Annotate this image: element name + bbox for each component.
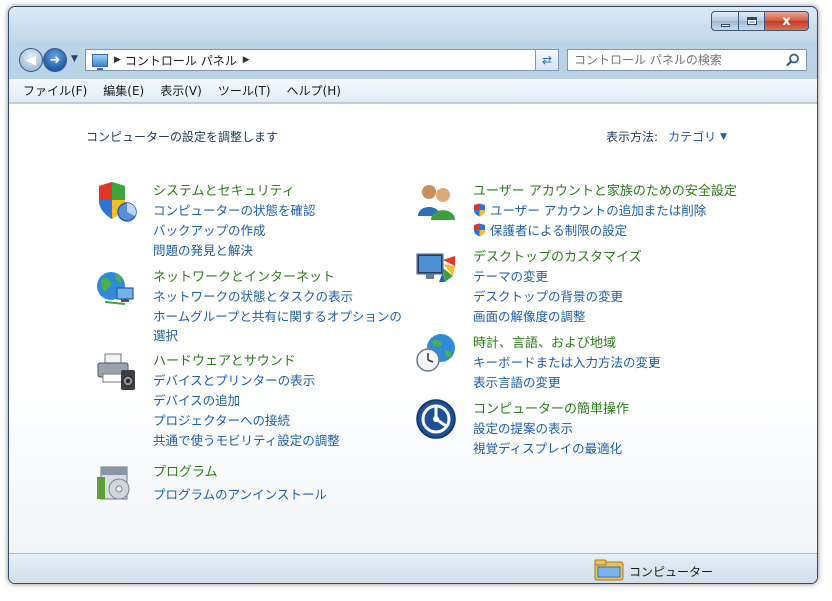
printer-speaker-icon[interactable] [95, 350, 137, 392]
ease-of-access-icon[interactable] [415, 398, 457, 440]
menu-bar: ファイル(F) 編集(E) 表示(V) ツール(T) ヘルプ(H) [9, 79, 817, 103]
link-add-device[interactable]: デバイスの追加 [153, 390, 240, 409]
menu-edit[interactable]: 編集(E) [103, 82, 144, 99]
link-create-backup[interactable]: バックアップの作成 [153, 220, 266, 239]
control-panel-window: x ◀ ➜ ▼ ▶ コントロール パネル ▶ ▼ ⇄ ファイル(F [8, 6, 818, 584]
shield-icon[interactable] [95, 180, 137, 222]
network-globe-icon[interactable] [95, 266, 137, 308]
navigation-bar: ◀ ➜ ▼ ▶ コントロール パネル ▶ ▼ ⇄ [15, 45, 811, 75]
maximize-button[interactable] [739, 11, 765, 31]
forward-button[interactable]: ➜ [43, 48, 67, 72]
category-user-accounts: ユーザー アカウントと家族のための安全設定 ユーザー アカウントの追加または削除… [415, 180, 755, 242]
link-change-keyboard[interactable]: キーボードまたは入力方法の変更 [473, 352, 661, 371]
link-troubleshoot[interactable]: 問題の発見と解決 [153, 240, 253, 259]
category-ease-of-access: コンピューターの簡単操作 設定の提案の表示 視覚ディスプレイの最適化 [415, 398, 715, 458]
menu-view[interactable]: 表示(V) [160, 82, 202, 99]
title-bar[interactable] [9, 7, 817, 43]
monitor-palette-icon[interactable] [415, 246, 457, 288]
uac-shield-icon [474, 203, 485, 217]
maximize-icon [746, 17, 757, 25]
view-mode: 表示方法: カテゴリ ▼ [606, 128, 727, 145]
link-change-theme[interactable]: テーマの変更 [473, 266, 548, 285]
link-suggested-settings[interactable]: 設定の提案の表示 [473, 418, 573, 437]
link-network-status[interactable]: ネットワークの状態とタスクの表示 [153, 286, 353, 305]
category-hardware-sound: ハードウェアとサウンド デバイスとプリンターの表示 デバイスの追加 プロジェクタ… [95, 350, 395, 448]
link-uninstall-program[interactable]: プログラムのアンインストール [153, 484, 327, 503]
category-title-appearance[interactable]: デスクトップのカスタマイズ [473, 246, 642, 265]
caption-buttons: x [711, 11, 809, 31]
forward-arrow-icon: ➜ [49, 52, 61, 68]
view-mode-label: 表示方法: [606, 130, 659, 144]
link-adjust-resolution[interactable]: 画面の解像度の調整 [473, 306, 586, 325]
category-system-security: システムとセキュリティ コンピューターの状態を確認 バックアップの作成 問題の発… [95, 180, 395, 260]
address-bar[interactable]: ▶ コントロール パネル ▶ ▼ [85, 49, 559, 71]
back-button[interactable]: ◀ [19, 48, 43, 72]
back-arrow-icon: ◀ [26, 52, 36, 68]
breadcrumb-separator-icon[interactable]: ▶ [114, 55, 121, 65]
link-devices-printers[interactable]: デバイスとプリンターの表示 [153, 370, 315, 389]
category-title-programs[interactable]: プログラム [153, 461, 218, 480]
minimize-button[interactable] [711, 11, 739, 31]
refresh-button[interactable]: ⇄ [535, 49, 559, 71]
recent-pages-dropdown[interactable]: ▼ [71, 54, 78, 64]
category-title-network[interactable]: ネットワークとインターネット [153, 266, 335, 285]
link-add-remove-users-label[interactable]: ユーザー アカウントの追加または削除 [490, 203, 706, 218]
page-title: コンピューターの設定を調整します [86, 130, 279, 144]
search-input[interactable] [568, 53, 768, 67]
menu-tools[interactable]: ツール(T) [218, 82, 271, 99]
refresh-icon: ⇄ [541, 53, 553, 67]
uac-shield-icon [474, 223, 485, 237]
content-area: コンピューターの設定を調整します 表示方法: カテゴリ ▼ システムとセキュリテ… [9, 104, 817, 553]
status-bar: コンピューター [9, 553, 817, 583]
programs-box-icon[interactable] [95, 461, 137, 503]
link-connect-projector[interactable]: プロジェクターへの接続 [153, 410, 290, 429]
link-parental-controls[interactable]: 保護者による制限の設定 [473, 220, 627, 239]
link-add-remove-users[interactable]: ユーザー アカウントの追加または削除 [473, 200, 706, 219]
link-homegroup-options[interactable]: ホームグループと共有に関するオプションの [153, 306, 402, 325]
clock-globe-icon[interactable] [415, 332, 457, 374]
search-icon[interactable] [786, 53, 800, 67]
view-mode-selector[interactable]: カテゴリ [668, 128, 716, 145]
category-title-hardware[interactable]: ハードウェアとサウンド [153, 350, 296, 369]
users-icon[interactable] [415, 180, 457, 222]
link-change-background[interactable]: デスクトップの背景の変更 [473, 286, 623, 305]
link-mobility-settings[interactable]: 共通で使うモビリティ設定の調整 [153, 430, 340, 449]
link-homegroup-options-cont[interactable]: 選択 [153, 325, 178, 344]
category-title-system[interactable]: システムとセキュリティ [153, 180, 295, 199]
category-title-users[interactable]: ユーザー アカウントと家族のための安全設定 [473, 180, 737, 199]
link-check-status[interactable]: コンピューターの状態を確認 [153, 200, 316, 219]
computer-folder-icon [594, 559, 624, 581]
category-title-ease[interactable]: コンピューターの簡単操作 [473, 398, 629, 417]
close-button[interactable]: x [765, 11, 809, 31]
category-programs: プログラム プログラムのアンインストール [95, 461, 395, 505]
chevron-down-icon[interactable]: ▼ [720, 132, 727, 142]
breadcrumb-separator-icon[interactable]: ▶ [243, 55, 250, 65]
category-title-clock[interactable]: 時計、言語、および地域 [473, 332, 616, 351]
link-change-display-language[interactable]: 表示言語の変更 [473, 372, 561, 391]
link-parental-controls-label[interactable]: 保護者による制限の設定 [490, 223, 627, 238]
link-optimize-display[interactable]: 視覚ディスプレイの最適化 [473, 438, 622, 457]
category-network: ネットワークとインターネット ネットワークの状態とタスクの表示 ホームグループと… [95, 266, 405, 343]
minimize-icon [720, 23, 730, 27]
close-icon: x [782, 13, 791, 29]
menu-file[interactable]: ファイル(F) [23, 82, 87, 99]
breadcrumb-control-panel[interactable]: コントロール パネル [125, 52, 237, 69]
category-clock-language: 時計、言語、および地域 キーボードまたは入力方法の変更 表示言語の変更 [415, 332, 715, 392]
search-box[interactable] [567, 49, 807, 71]
control-panel-icon [92, 53, 108, 70]
category-appearance: デスクトップのカスタマイズ テーマの変更 デスクトップの背景の変更 画面の解像度… [415, 246, 715, 326]
menu-help[interactable]: ヘルプ(H) [287, 82, 341, 99]
status-location: コンピューター [629, 565, 714, 579]
